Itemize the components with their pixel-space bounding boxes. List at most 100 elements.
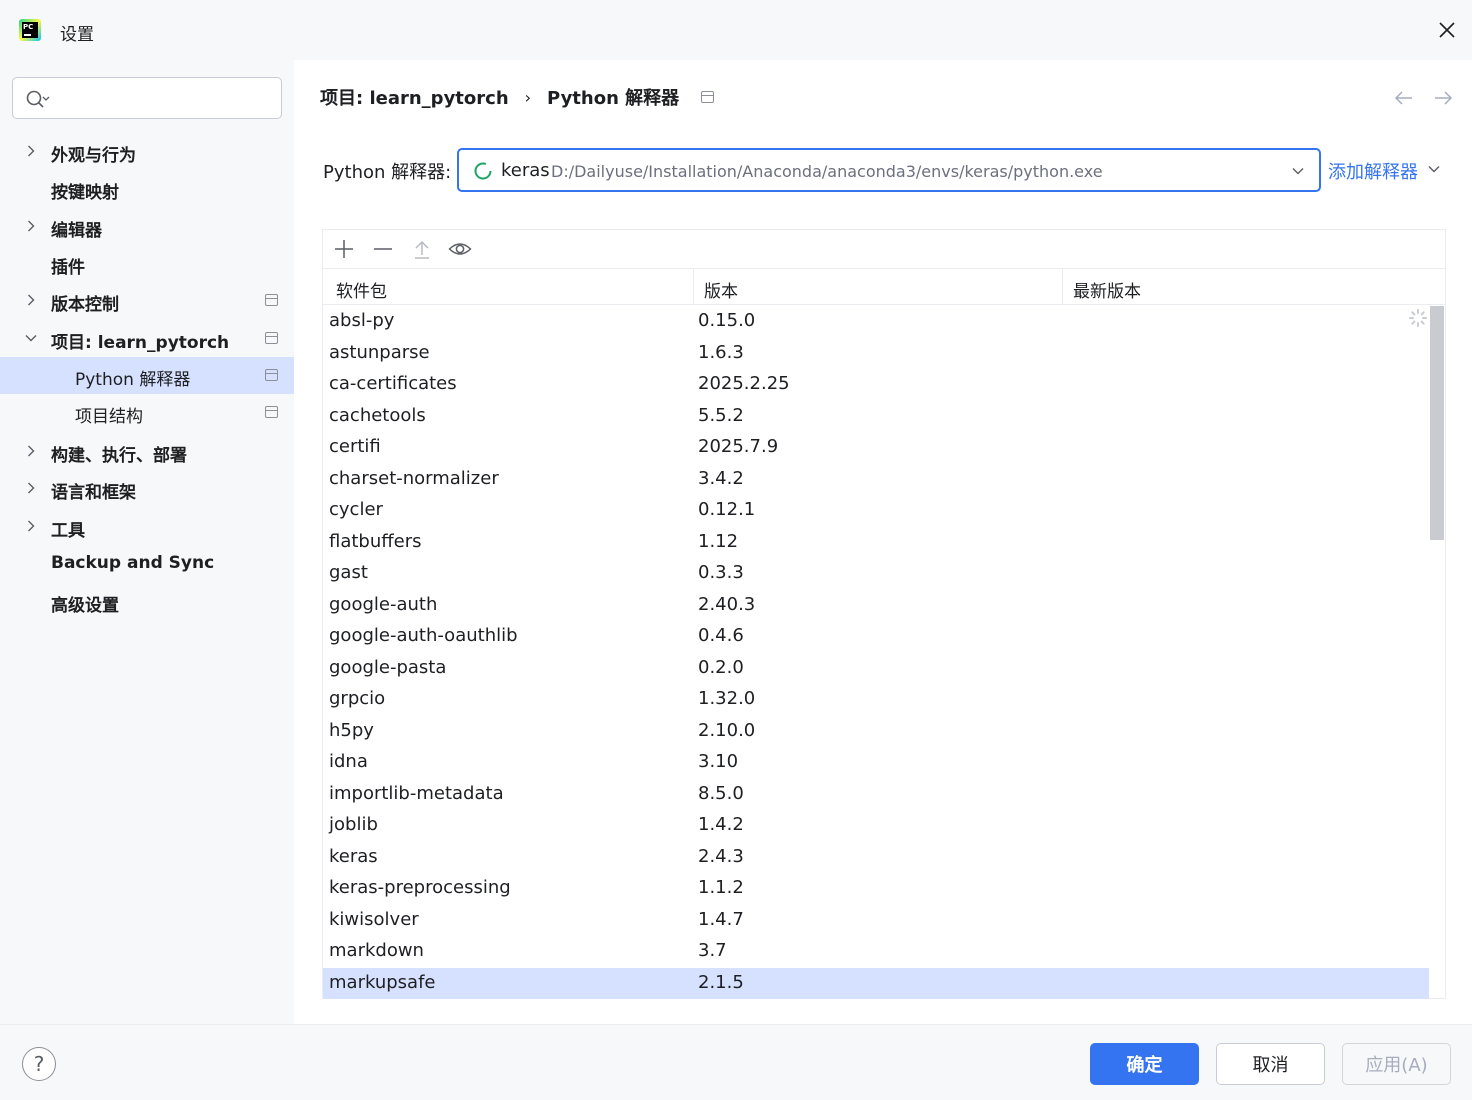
package-version: 1.4.2 <box>698 814 744 835</box>
sidebar-item[interactable]: 语言和框架 <box>0 470 294 507</box>
window-title: 设置 <box>60 25 94 45</box>
sidebar-item[interactable]: 构建、执行、部署 <box>0 433 294 470</box>
package-name: idna <box>329 751 368 772</box>
package-version: 2.10.0 <box>698 719 756 741</box>
table-row[interactable]: cycler 0.12.1 <box>323 495 1429 527</box>
package-version: 0.4.6 <box>698 625 744 646</box>
sidebar-item-label: 语言和框架 <box>51 483 136 503</box>
package-name: joblib <box>329 814 378 835</box>
table-row[interactable]: grpcio 1.32.0 <box>323 684 1429 716</box>
packages-toolbar <box>323 230 1445 268</box>
sidebar-item[interactable]: 编辑器 <box>0 208 294 245</box>
sidebar-item[interactable]: 项目结构 <box>0 394 294 431</box>
packages-scrollbar[interactable] <box>1429 306 1445 1000</box>
help-button[interactable]: ? <box>22 1047 56 1081</box>
search-icon <box>26 90 50 108</box>
loading-icon <box>1409 309 1427 327</box>
sidebar-item-label: 工具 <box>51 521 85 541</box>
sidebar-item-label: Backup and Sync <box>51 553 215 573</box>
upgrade-package-icon[interactable] <box>410 237 434 261</box>
table-row[interactable]: google-auth 2.40.3 <box>323 590 1429 622</box>
column-header-version[interactable]: 版本 <box>704 277 738 302</box>
sidebar-item-label: 项目结构 <box>75 407 143 427</box>
column-header-package[interactable]: 软件包 <box>336 277 387 302</box>
package-name: ca-certificates <box>329 373 457 394</box>
sidebar-item-label: 项目: learn_pytorch <box>51 333 230 353</box>
chevron-right-icon[interactable] <box>24 519 38 533</box>
interpreter-name: keras <box>501 160 550 181</box>
table-row[interactable]: idna 3.10 <box>323 747 1429 779</box>
title-bar: PC 设置 <box>0 0 1472 60</box>
chevron-right-icon[interactable] <box>24 293 38 307</box>
packages-table-body: absl-py 0.15.0 astunparse 1.6.3 ca-certifica… <box>323 306 1429 1000</box>
sidebar-item-label: 编辑器 <box>51 221 102 241</box>
project-level-icon <box>265 294 278 306</box>
ok-button[interactable]: 确定 <box>1090 1043 1199 1085</box>
package-version: 2025.2.25 <box>698 373 790 394</box>
sidebar-item[interactable]: Backup and Sync <box>0 545 294 582</box>
table-row[interactable]: kiwisolver 1.4.7 <box>323 905 1429 937</box>
table-row[interactable]: importlib-metadata 8.5.0 <box>323 779 1429 811</box>
cancel-button[interactable]: 取消 <box>1216 1043 1325 1085</box>
table-row[interactable]: ca-certificates 2025.2.25 <box>323 369 1429 401</box>
package-name: google-auth-oauthlib <box>329 625 518 646</box>
remove-package-icon[interactable] <box>371 237 395 261</box>
add-package-icon[interactable] <box>332 237 356 261</box>
breadcrumb-project[interactable]: 项目: learn_pytorch <box>320 84 509 110</box>
package-version: 0.12.1 <box>698 499 756 520</box>
back-arrow-icon[interactable] <box>1392 86 1416 110</box>
table-row[interactable]: joblib 1.4.2 <box>323 810 1429 842</box>
sidebar-item[interactable]: 高级设置 <box>0 583 294 620</box>
table-row[interactable]: cachetools 5.5.2 <box>323 401 1429 433</box>
sidebar-item[interactable]: 版本控制 <box>0 282 294 319</box>
apply-button[interactable]: 应用(A) <box>1342 1043 1451 1085</box>
table-row[interactable]: google-pasta 0.2.0 <box>323 653 1429 685</box>
package-name: kiwisolver <box>329 908 419 930</box>
table-row[interactable]: absl-py 0.15.0 <box>323 306 1429 338</box>
packages-panel: 软件包 版本 最新版本 absl-py 0.15.0 astunparse 1.6.3… <box>322 229 1446 999</box>
breadcrumb-separator: › <box>524 87 532 107</box>
column-divider[interactable] <box>1062 269 1063 305</box>
column-divider[interactable] <box>693 269 694 305</box>
column-header-latest-version[interactable]: 最新版本 <box>1073 277 1141 302</box>
scrollbar-thumb[interactable] <box>1430 306 1444 540</box>
table-row[interactable]: markupsafe 2.1.5 <box>323 967 1429 999</box>
packages-table-header: 软件包 版本 最新版本 <box>323 268 1445 305</box>
sidebar-item[interactable]: 工具 <box>0 508 294 545</box>
chevron-right-icon[interactable] <box>24 219 38 233</box>
chevron-right-icon[interactable] <box>24 481 38 495</box>
settings-search-input[interactable] <box>12 77 282 119</box>
table-row[interactable]: gast 0.3.3 <box>323 558 1429 590</box>
table-row[interactable]: markdown 3.7 <box>323 936 1429 968</box>
chevron-down-icon[interactable] <box>24 331 38 345</box>
sidebar-item[interactable]: 插件 <box>0 245 294 282</box>
table-row[interactable]: keras 2.4.3 <box>323 842 1429 874</box>
close-button[interactable] <box>1432 16 1462 44</box>
sidebar-item[interactable]: 项目: learn_pytorch <box>0 320 294 357</box>
package-name: importlib-metadata <box>329 782 504 804</box>
sidebar-item[interactable]: Python 解释器 <box>0 357 294 394</box>
table-row[interactable]: keras-preprocessing 1.1.2 <box>323 873 1429 905</box>
sidebar-item[interactable]: 外观与行为 <box>0 133 294 170</box>
table-row[interactable]: flatbuffers 1.12 <box>323 527 1429 559</box>
forward-arrow-icon[interactable] <box>1431 86 1455 110</box>
interpreter-select[interactable]: keras D:/Dailyuse/Installation/Anaconda/… <box>457 148 1321 192</box>
sidebar-item-label: 高级设置 <box>51 596 119 616</box>
add-interpreter-link[interactable]: 添加解释器 <box>1328 158 1418 184</box>
table-row[interactable]: h5py 2.10.0 <box>323 716 1429 748</box>
package-version: 1.32.0 <box>698 688 756 709</box>
dialog-footer: ? 确定 取消 应用(A) <box>0 1024 1472 1100</box>
table-row[interactable]: astunparse 1.6.3 <box>323 338 1429 370</box>
chevron-right-icon[interactable] <box>24 144 38 158</box>
show-early-releases-eye-icon[interactable] <box>448 237 472 261</box>
close-icon <box>1439 22 1455 38</box>
table-row[interactable]: google-auth-oauthlib 0.4.6 <box>323 621 1429 653</box>
package-name: cycler <box>329 499 383 520</box>
table-row[interactable]: certifi 2025.7.9 <box>323 432 1429 464</box>
table-row[interactable]: charset-normalizer 3.4.2 <box>323 464 1429 496</box>
sidebar-item[interactable]: 按键映射 <box>0 170 294 207</box>
chevron-right-icon[interactable] <box>24 444 38 458</box>
add-interpreter-chevron-icon[interactable] <box>1427 162 1441 176</box>
package-version: 0.15.0 <box>698 310 756 331</box>
package-name: gast <box>329 562 368 583</box>
